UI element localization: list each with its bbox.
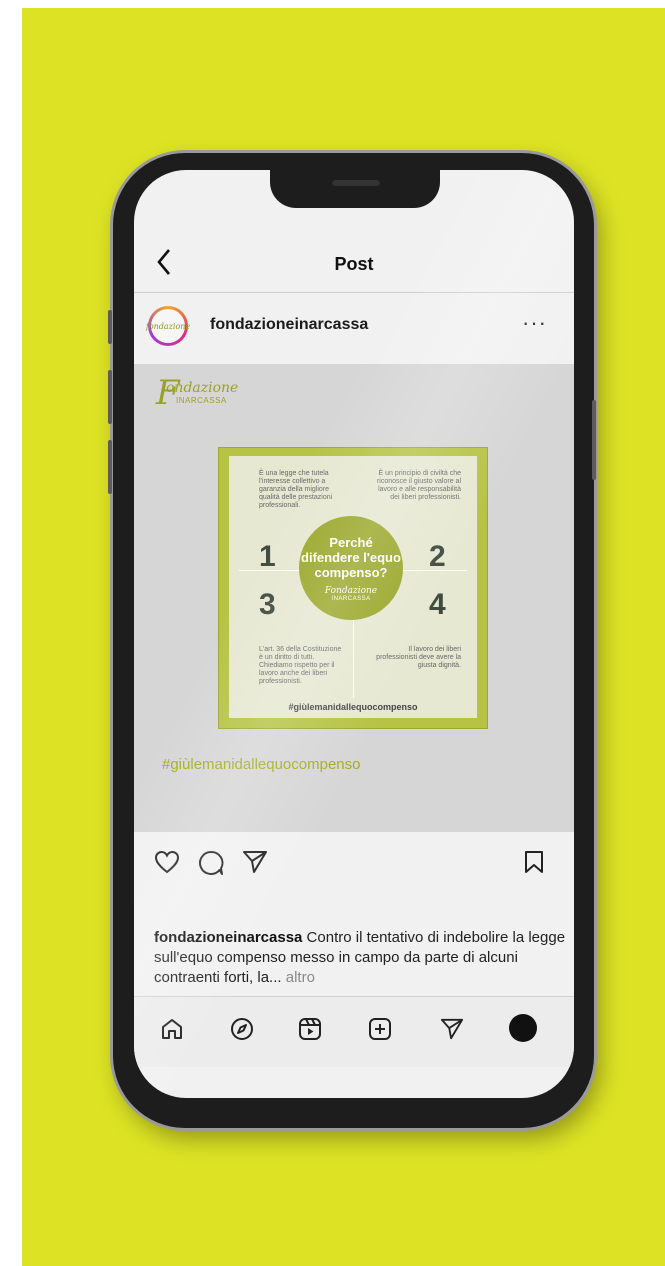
notch [270, 170, 440, 208]
volume-up-button [108, 370, 112, 424]
avatar[interactable]: fondazione [146, 306, 190, 346]
username[interactable]: fondazioneinarcassa [210, 316, 368, 334]
circle-logo: Fondazione [324, 585, 378, 596]
save-button[interactable] [524, 850, 544, 879]
circle-sub: INARCASSA [331, 595, 371, 602]
bottom-tab-bar [134, 996, 574, 1067]
quadrant-4-text: Il lavoro dei liberi professionisti deve… [376, 646, 461, 669]
quadrant-1-number: 1 [259, 540, 276, 573]
infographic: È una legge che tutela l'interesse colle… [218, 447, 488, 729]
share-button[interactable] [242, 850, 268, 879]
compass-icon [231, 1018, 253, 1040]
send-icon [440, 1018, 464, 1040]
caption-more-link[interactable]: altro [282, 969, 315, 986]
more-options-button[interactable]: ··· [522, 310, 547, 336]
home-icon [162, 1019, 182, 1039]
infographic-inner: È una legge che tutela l'interesse colle… [229, 456, 477, 718]
brand-logo: F ondazione INARCASSA [156, 376, 239, 416]
profile-icon [509, 1014, 537, 1042]
heart-icon [154, 850, 180, 874]
caption-username[interactable]: fondazioneinarcassa [154, 929, 302, 946]
mute-switch [108, 310, 112, 344]
comment-icon [199, 850, 224, 875]
reels-icon [299, 1018, 321, 1040]
power-button [592, 400, 596, 480]
send-icon [243, 851, 267, 873]
infographic-hashtag: #giùlemanidallequocompenso [288, 702, 418, 712]
post-image[interactable]: F ondazione INARCASSA È una legge che tu… [134, 364, 574, 832]
bookmark-icon [525, 851, 543, 873]
quadrant-2-text: È un principio di civiltà che riconosce … [376, 470, 461, 501]
phone-screen: Post fondazione fondazioneinarcassa ··· … [134, 170, 574, 1098]
like-button[interactable] [154, 850, 180, 879]
quadrant-2-number: 2 [429, 540, 446, 573]
tab-create[interactable] [368, 1017, 392, 1046]
page-title: Post [334, 254, 374, 274]
quadrant-3-number: 3 [259, 588, 276, 621]
caption: fondazioneinarcassa Contro il tentativo … [154, 928, 566, 988]
center-circle: Perché difendere l'equo compenso? Fondaz… [299, 516, 403, 620]
post-hashtag: #giùlemanidallequocompenso [162, 756, 361, 773]
volume-down-button [108, 440, 112, 494]
avatar-text: fondazione [146, 309, 190, 343]
quadrant-4-number: 4 [429, 588, 446, 621]
tab-reels[interactable] [298, 1017, 322, 1046]
brand-name: ondazione [166, 380, 239, 396]
brand-sub: INARCASSA [176, 396, 227, 405]
tab-home[interactable] [160, 1017, 184, 1046]
tab-direct[interactable] [440, 1017, 464, 1046]
tab-profile[interactable] [508, 1013, 538, 1048]
quadrant-3-text: L'art. 36 della Costituzione è un diritt… [259, 646, 342, 685]
tab-explore[interactable] [230, 1017, 254, 1046]
post-header: fondazione fondazioneinarcassa ··· [134, 292, 574, 364]
comment-button[interactable] [198, 850, 224, 881]
top-bar: Post [134, 236, 574, 293]
speaker [332, 180, 380, 186]
quadrant-1-text: È una legge che tutela l'interesse colle… [259, 470, 333, 509]
post-actions [134, 832, 574, 892]
circle-title: Perché difendere l'equo compenso? [301, 534, 401, 580]
plus-square-icon [369, 1018, 391, 1040]
